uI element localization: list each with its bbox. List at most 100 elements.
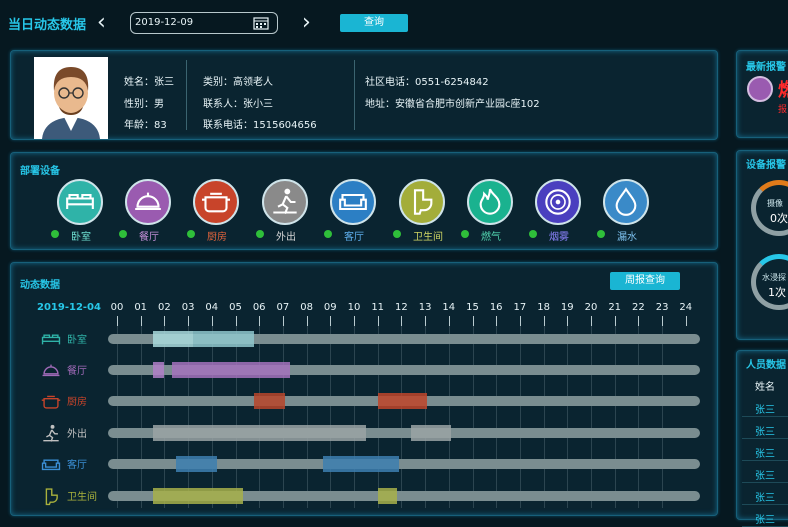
hour-gridline bbox=[140, 318, 142, 508]
device-label: 外出 bbox=[276, 232, 296, 243]
activity-segment[interactable] bbox=[152, 488, 243, 504]
hour-label: 04 bbox=[205, 302, 219, 313]
prev-date-button[interactable]: ‹ bbox=[97, 10, 106, 35]
timeline-row-label: 外出 bbox=[67, 429, 87, 440]
date-picker[interactable]: 2019-12-09 bbox=[130, 12, 278, 34]
status-dot bbox=[461, 230, 469, 238]
person-name[interactable]: 张三 bbox=[755, 401, 775, 416]
hour-label: 10 bbox=[347, 302, 361, 313]
activity-segment[interactable] bbox=[176, 456, 217, 472]
calendar-icon[interactable] bbox=[253, 16, 269, 30]
timeline-row-label: 厨房 bbox=[67, 397, 87, 408]
device-label: 漏水 bbox=[617, 232, 637, 243]
hour-gridline bbox=[448, 318, 450, 508]
activity-segment[interactable] bbox=[410, 425, 452, 441]
date-value: 2019-12-09 bbox=[135, 17, 194, 28]
activity-segment[interactable] bbox=[323, 456, 400, 472]
next-date-button[interactable]: › bbox=[302, 10, 311, 35]
person-name[interactable]: 张三 bbox=[755, 489, 775, 504]
water-drop-icon[interactable] bbox=[603, 179, 649, 225]
activity-segment[interactable] bbox=[152, 425, 366, 441]
water-stat-label: 水浸探 bbox=[762, 273, 786, 282]
status-dot bbox=[529, 230, 537, 238]
status-dot bbox=[597, 230, 605, 238]
sofa-icon bbox=[40, 454, 61, 471]
hour-label: 21 bbox=[608, 302, 622, 313]
toilet-icon bbox=[40, 486, 60, 506]
activity-segment[interactable] bbox=[254, 393, 286, 409]
hour-gridline bbox=[496, 318, 498, 508]
smoke-detector-icon[interactable] bbox=[535, 179, 581, 225]
walking-icon bbox=[40, 423, 60, 442]
activity-segment[interactable] bbox=[152, 362, 165, 378]
hour-gridline bbox=[306, 318, 308, 508]
device-label: 燃气 bbox=[481, 232, 501, 243]
hour-gridline bbox=[330, 318, 332, 508]
person-name[interactable]: 张三 bbox=[755, 423, 775, 438]
stats-title: 设备报警 bbox=[746, 160, 786, 171]
flame-icon[interactable] bbox=[467, 179, 513, 225]
query-button[interactable]: 查询 bbox=[340, 14, 408, 32]
hour-label: 24 bbox=[679, 302, 693, 313]
row-divider bbox=[742, 504, 788, 505]
kitchen-pot-icon[interactable] bbox=[193, 179, 239, 225]
name-header: 姓名 bbox=[755, 382, 775, 393]
row-divider bbox=[742, 438, 788, 439]
hour-label: 11 bbox=[371, 302, 385, 313]
status-dot bbox=[51, 230, 59, 238]
hour-gridline bbox=[591, 318, 592, 508]
contact-phone-field: 联系电话：1515604656 bbox=[203, 120, 317, 131]
hour-label: 17 bbox=[513, 302, 527, 313]
activity-segment[interactable] bbox=[152, 331, 193, 347]
activity-segment[interactable] bbox=[377, 393, 428, 409]
hour-label: 00 bbox=[110, 302, 124, 313]
person-name[interactable]: 张三 bbox=[755, 511, 775, 526]
hour-label: 15 bbox=[466, 302, 479, 313]
hour-label: 05 bbox=[229, 302, 242, 313]
toilet-icon[interactable] bbox=[399, 179, 445, 225]
timeline-row-label: 卧室 bbox=[67, 335, 87, 346]
row-divider bbox=[742, 482, 788, 483]
hour-label: 22 bbox=[632, 302, 645, 313]
dining-icon[interactable] bbox=[125, 179, 171, 225]
hour-label: 19 bbox=[560, 302, 574, 313]
hour-label: 23 bbox=[655, 302, 669, 313]
walking-icon[interactable] bbox=[262, 179, 308, 225]
hour-gridline bbox=[425, 318, 427, 508]
people-title: 人员数据 bbox=[746, 360, 786, 371]
bed-icon[interactable] bbox=[57, 179, 103, 225]
profile-panel bbox=[10, 50, 718, 140]
kitchen-pot-icon bbox=[40, 391, 61, 409]
hour-gridline bbox=[117, 318, 118, 508]
week-report-button[interactable]: 周报查询 bbox=[610, 272, 680, 290]
name-field: 姓名：张三 bbox=[124, 77, 174, 88]
hour-label: 07 bbox=[276, 302, 290, 313]
hour-gridline bbox=[519, 318, 521, 508]
timeline-row-label: 客厅 bbox=[67, 460, 87, 471]
dining-icon bbox=[40, 360, 60, 377]
alert-text: 燃 bbox=[778, 80, 788, 101]
person-name[interactable]: 张三 bbox=[755, 445, 775, 460]
timeline-track bbox=[108, 456, 700, 472]
device-label: 烟雾 bbox=[549, 232, 569, 243]
activity-segment[interactable] bbox=[192, 331, 255, 347]
timeline-row-label: 卫生间 bbox=[67, 492, 97, 503]
hour-gridline bbox=[472, 318, 474, 508]
hour-label: 13 bbox=[418, 302, 432, 313]
device-label: 客厅 bbox=[344, 232, 364, 243]
hour-label: 14 bbox=[442, 302, 456, 313]
row-divider bbox=[742, 416, 788, 417]
timeline-date: 2019-12-04 bbox=[37, 302, 101, 313]
sofa-icon[interactable] bbox=[330, 179, 376, 225]
activity-segment[interactable] bbox=[171, 362, 290, 378]
hour-label: 09 bbox=[323, 302, 337, 313]
person-name[interactable]: 张三 bbox=[755, 467, 775, 482]
status-dot bbox=[119, 230, 127, 238]
activity-segment[interactable] bbox=[377, 488, 397, 504]
hour-gridline bbox=[543, 318, 545, 508]
timeline-track bbox=[108, 425, 700, 441]
timeline-track bbox=[108, 331, 700, 347]
timeline-row-label: 餐厅 bbox=[67, 366, 87, 377]
hour-gridline bbox=[282, 318, 284, 508]
hour-label: 01 bbox=[134, 302, 148, 313]
